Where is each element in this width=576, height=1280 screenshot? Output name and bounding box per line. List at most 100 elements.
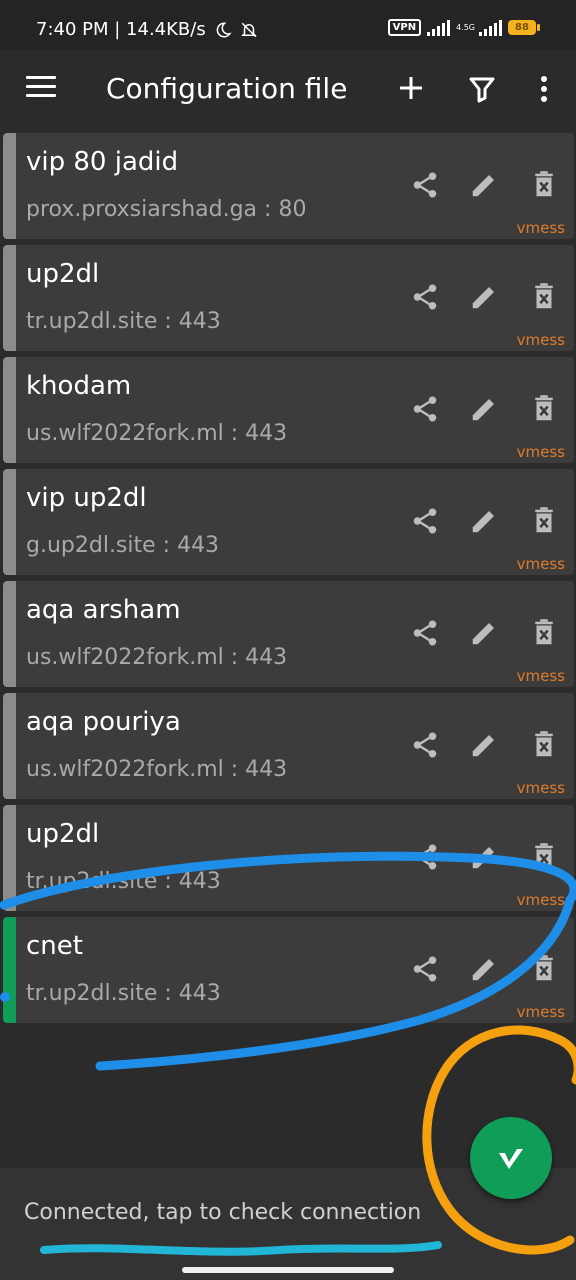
- server-name: cnet: [26, 931, 83, 961]
- delete-icon: [529, 394, 559, 424]
- add-icon[interactable]: [397, 74, 425, 102]
- delete-icon: [529, 730, 559, 760]
- share-icon: [410, 506, 440, 536]
- connect-toggle-button[interactable]: [470, 1117, 552, 1199]
- signal-icon-2: [479, 19, 502, 36]
- more-vert-icon[interactable]: [534, 75, 554, 103]
- server-name: vip 80 jadid: [26, 147, 179, 177]
- server-name: aqa arsham: [26, 595, 181, 625]
- share-icon: [410, 954, 440, 984]
- server-address: tr.up2dl.site : 443: [26, 869, 221, 894]
- delete-button[interactable]: [529, 506, 559, 536]
- delete-button[interactable]: [529, 394, 559, 424]
- edit-button[interactable]: [469, 394, 499, 424]
- delete-button[interactable]: [529, 170, 559, 200]
- edit-button[interactable]: [469, 506, 499, 536]
- selection-indicator: [3, 133, 16, 239]
- server-name: aqa pouriya: [26, 707, 181, 737]
- server-card[interactable]: up2dl tr.up2dl.site : 443 vmess: [3, 805, 574, 911]
- server-address: tr.up2dl.site : 443: [26, 309, 221, 334]
- server-name: up2dl: [26, 819, 100, 849]
- edit-icon: [469, 170, 499, 200]
- network-type: 4.5G: [456, 22, 475, 32]
- delete-icon: [529, 170, 559, 200]
- signal-icon: [427, 19, 451, 36]
- share-button[interactable]: [410, 170, 440, 200]
- protocol-label: vmess: [516, 331, 565, 349]
- share-button[interactable]: [410, 842, 440, 872]
- app-bar: Configuration file: [0, 50, 576, 130]
- server-address: prox.proxsiarshad.ga : 80: [26, 197, 307, 222]
- edit-button[interactable]: [469, 282, 499, 312]
- status-time-text: 7:40 PM | 14.4KB/s: [36, 19, 206, 40]
- server-address: us.wlf2022fork.ml : 443: [26, 421, 288, 446]
- delete-button[interactable]: [529, 842, 559, 872]
- server-address: us.wlf2022fork.ml : 443: [26, 645, 288, 670]
- server-card[interactable]: cnet tr.up2dl.site : 443 vmess: [3, 917, 574, 1023]
- edit-button[interactable]: [469, 954, 499, 984]
- share-button[interactable]: [410, 618, 440, 648]
- notifications-off-icon: [240, 21, 258, 39]
- protocol-label: vmess: [516, 779, 565, 797]
- server-card[interactable]: khodam us.wlf2022fork.ml : 443 vmess: [3, 357, 574, 463]
- share-icon: [410, 730, 440, 760]
- server-card[interactable]: vip 80 jadid prox.proxsiarshad.ga : 80 vme…: [3, 133, 574, 239]
- edit-icon: [469, 282, 499, 312]
- server-name: vip up2dl: [26, 483, 147, 513]
- selection-indicator: [3, 581, 16, 687]
- moon-icon: [214, 21, 232, 39]
- server-address: us.wlf2022fork.ml : 443: [26, 757, 288, 782]
- server-card[interactable]: vip up2dl g.up2dl.site : 443 vmess: [3, 469, 574, 575]
- delete-button[interactable]: [529, 954, 559, 984]
- share-button[interactable]: [410, 282, 440, 312]
- edit-icon: [469, 618, 499, 648]
- share-button[interactable]: [410, 954, 440, 984]
- edit-icon: [469, 842, 499, 872]
- share-icon: [410, 170, 440, 200]
- home-indicator[interactable]: [182, 1267, 394, 1273]
- edit-button[interactable]: [469, 618, 499, 648]
- share-button[interactable]: [410, 506, 440, 536]
- page-title: Configuration file: [106, 72, 348, 105]
- edit-button[interactable]: [469, 170, 499, 200]
- server-list: vip 80 jadid prox.proxsiarshad.ga : 80 vme…: [3, 133, 574, 1029]
- status-time: 7:40 PM | 14.4KB/s: [36, 19, 258, 40]
- connection-status-text[interactable]: Connected, tap to check connection: [24, 1200, 421, 1225]
- server-name: khodam: [26, 371, 132, 401]
- edit-icon: [469, 954, 499, 984]
- protocol-label: vmess: [516, 219, 565, 237]
- delete-icon: [529, 954, 559, 984]
- selection-indicator: [3, 917, 16, 1023]
- battery-level: 88: [515, 22, 529, 33]
- share-icon: [410, 394, 440, 424]
- battery-icon: 88: [508, 20, 540, 35]
- edit-icon: [469, 394, 499, 424]
- delete-icon: [529, 506, 559, 536]
- selection-indicator: [3, 693, 16, 799]
- edit-button[interactable]: [469, 842, 499, 872]
- selection-indicator: [3, 805, 16, 911]
- delete-button[interactable]: [529, 282, 559, 312]
- server-address: tr.up2dl.site : 443: [26, 981, 221, 1006]
- edit-icon: [469, 506, 499, 536]
- selection-indicator: [3, 245, 16, 351]
- edit-button[interactable]: [469, 730, 499, 760]
- delete-button[interactable]: [529, 730, 559, 760]
- vpn-badge: VPN: [387, 19, 422, 36]
- server-card[interactable]: aqa pouriya us.wlf2022fork.ml : 443 vmess: [3, 693, 574, 799]
- server-name: up2dl: [26, 259, 100, 289]
- menu-icon[interactable]: [26, 76, 56, 100]
- protocol-label: vmess: [516, 555, 565, 573]
- v-logo-icon: [499, 1149, 523, 1169]
- delete-icon: [529, 842, 559, 872]
- filter-icon[interactable]: [468, 75, 496, 103]
- share-button[interactable]: [410, 394, 440, 424]
- share-icon: [410, 842, 440, 872]
- share-icon: [410, 282, 440, 312]
- status-bar: 7:40 PM | 14.4KB/s VPN 4.5G 88: [0, 0, 576, 50]
- server-card[interactable]: aqa arsham us.wlf2022fork.ml : 443 vmess: [3, 581, 574, 687]
- selection-indicator: [3, 357, 16, 463]
- share-button[interactable]: [410, 730, 440, 760]
- delete-button[interactable]: [529, 618, 559, 648]
- server-card[interactable]: up2dl tr.up2dl.site : 443 vmess: [3, 245, 574, 351]
